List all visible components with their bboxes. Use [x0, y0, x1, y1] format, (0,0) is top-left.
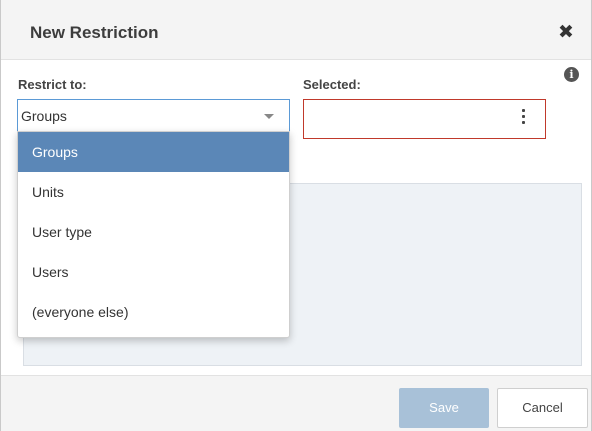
- kebab-menu-icon[interactable]: [517, 109, 529, 127]
- restrict-to-dropdown: Groups Units User type Users (everyone e…: [17, 131, 290, 338]
- cancel-button[interactable]: Cancel: [497, 388, 588, 428]
- new-restriction-dialog: New Restriction ✖ Restrict to: Selected:…: [0, 0, 592, 431]
- restrict-to-selected-value: Groups: [21, 108, 67, 124]
- save-button[interactable]: Save: [399, 388, 489, 428]
- selected-label: Selected:: [303, 77, 361, 92]
- dialog-footer: Save Cancel: [1, 375, 591, 431]
- dropdown-option-groups[interactable]: Groups: [18, 132, 289, 172]
- dropdown-option-units[interactable]: Units: [18, 172, 289, 212]
- selected-field[interactable]: [303, 99, 546, 139]
- restrict-to-select[interactable]: Groups: [17, 99, 290, 132]
- info-icon[interactable]: i: [564, 67, 579, 82]
- dropdown-option-user-type[interactable]: User type: [18, 212, 289, 252]
- close-icon[interactable]: ✖: [555, 22, 577, 44]
- caret-down-icon: [264, 114, 274, 119]
- dialog-title: New Restriction: [30, 23, 159, 42]
- dropdown-option-users[interactable]: Users: [18, 252, 289, 292]
- dropdown-option-everyone-else[interactable]: (everyone else): [18, 292, 289, 332]
- restrict-to-label: Restrict to:: [18, 77, 87, 92]
- dialog-header: New Restriction ✖: [1, 0, 591, 60]
